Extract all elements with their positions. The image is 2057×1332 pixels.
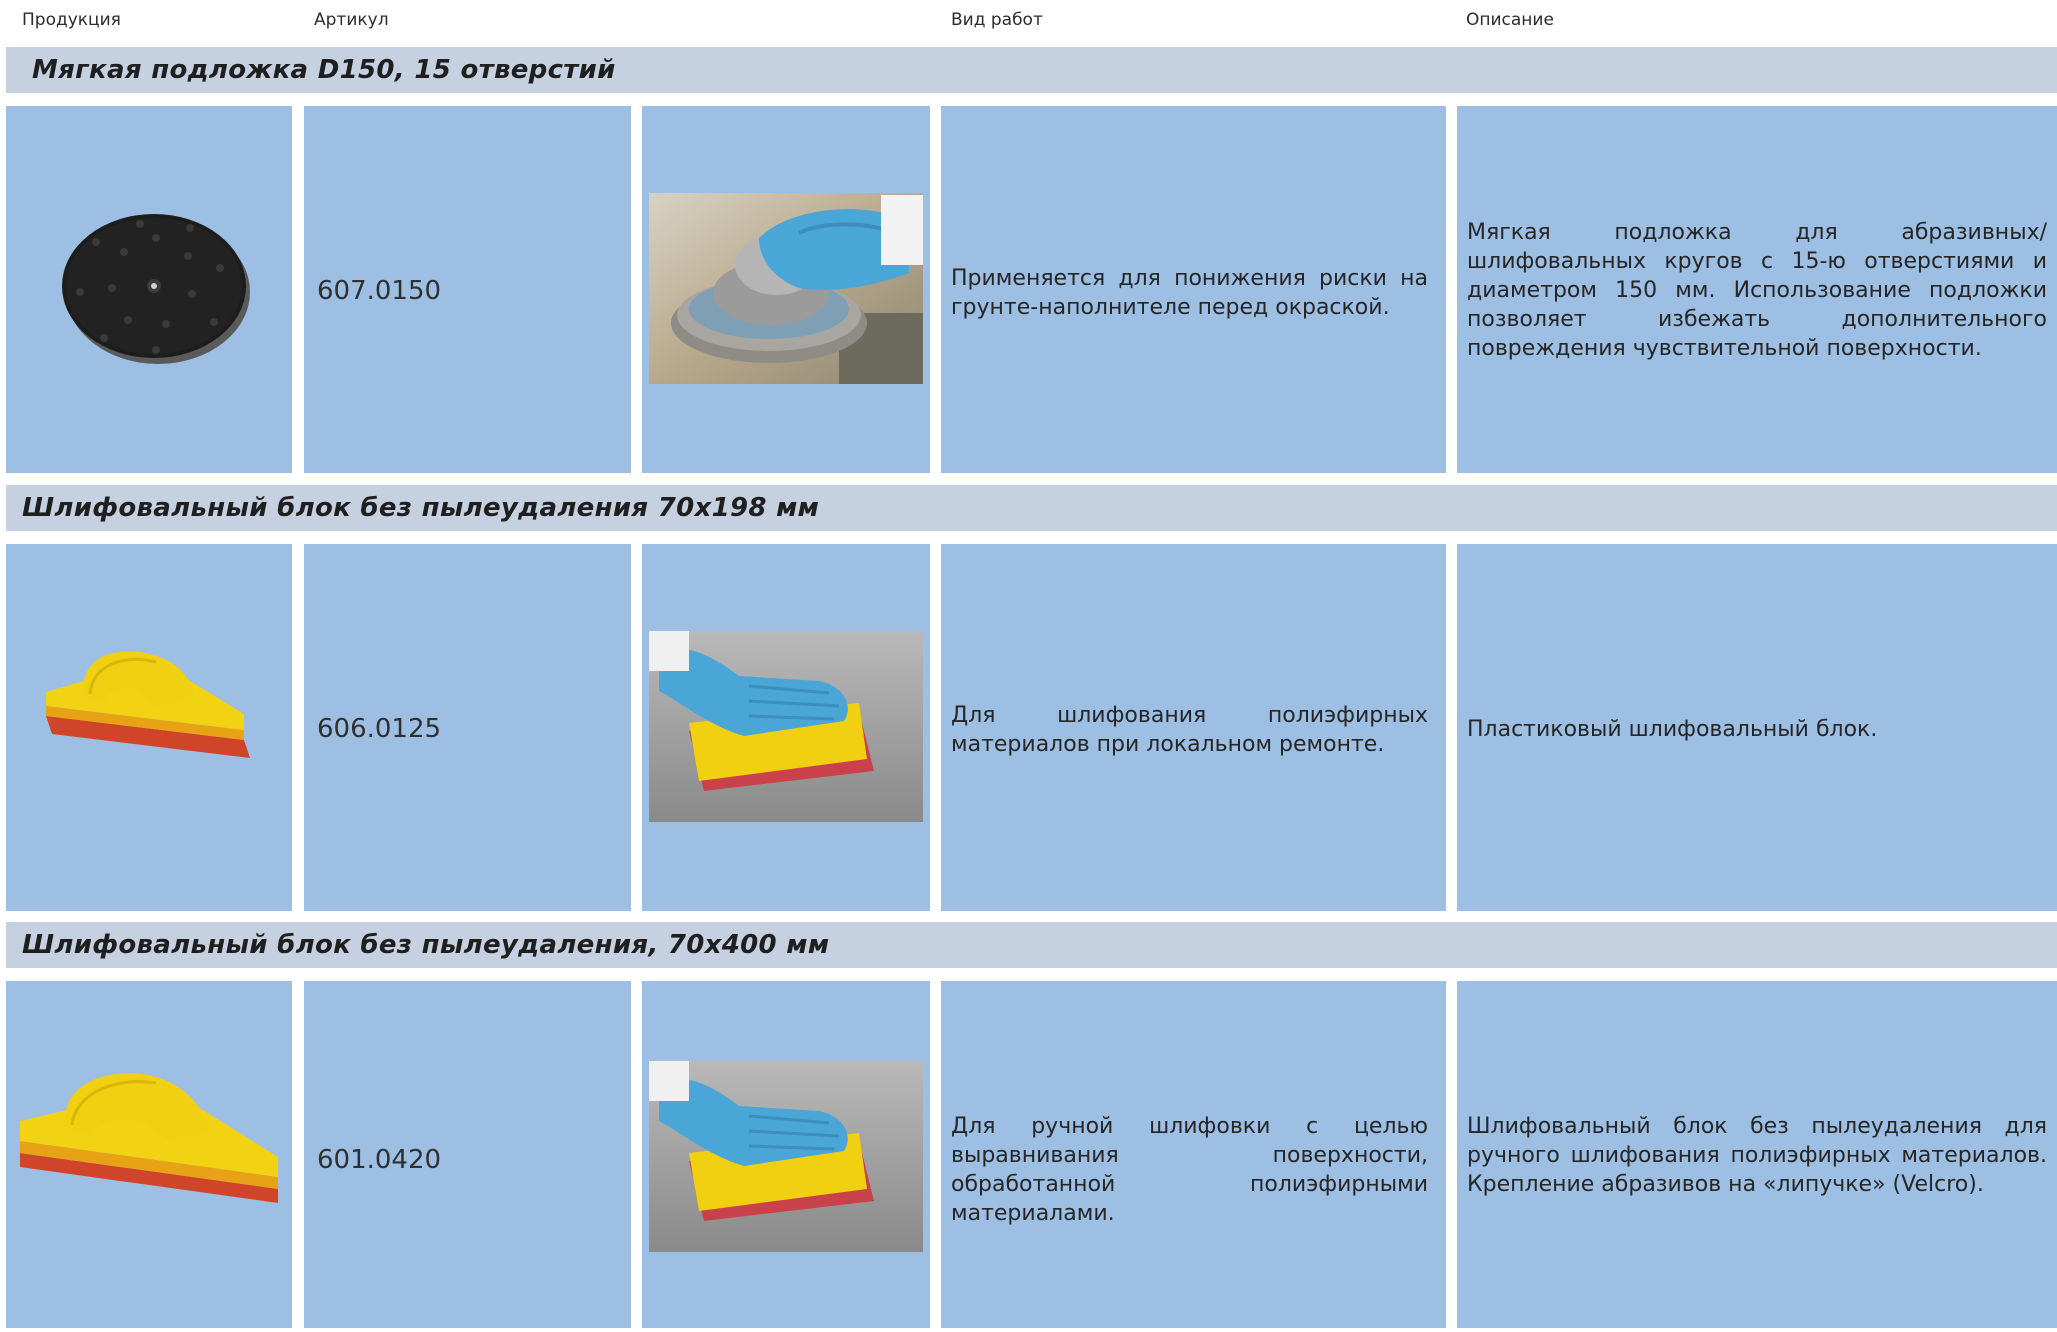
article-cell: 601.0420: [304, 981, 631, 1328]
work-type-cell: Применяется для понижения риски на грунт…: [941, 106, 1446, 473]
work-type-text: Для шлифования полиэфирных материалов пр…: [951, 703, 1428, 757]
description-text: Мягкая подложка для абразивных/шлифоваль…: [1467, 220, 2047, 361]
article-code: 601.0420: [317, 1145, 442, 1175]
section-band-block-198: Шлифовальный блок без пылеудаления 70x19…: [6, 485, 2057, 531]
product-image-cell: [6, 981, 292, 1328]
hand-sanding-photo: [649, 1061, 923, 1252]
sanding-block-product-image: [46, 651, 250, 758]
description-cell: Мягкая подложка для абразивных/шлифоваль…: [1457, 106, 2057, 473]
description-cell: Пластиковый шлифовальный блок.: [1457, 544, 2057, 911]
work-type-text: Для ручной шлифовки с целью выравнивания…: [951, 1114, 1428, 1226]
article-cell: 607.0150: [304, 106, 631, 473]
column-header-article: Артикул: [314, 10, 389, 30]
article-code: 606.0125: [317, 714, 442, 744]
soft-pad-product-image: [62, 214, 250, 364]
column-header-description: Описание: [1466, 10, 1554, 30]
section-band-soft-pad: Мягкая подложка D150, 15 отверстий: [6, 47, 2057, 93]
usage-photo: [649, 631, 923, 822]
column-header-product: Продукция: [22, 10, 121, 30]
usage-photo-cell: [642, 106, 930, 473]
orbital-sander-photo: [649, 193, 923, 384]
section-title: Шлифовальный блок без пылеудаления 70x19…: [22, 493, 820, 523]
work-type-cell: Для шлифования полиэфирных материалов пр…: [941, 544, 1446, 911]
section-band-block-400: Шлифовальный блок без пылеудаления, 70x4…: [6, 922, 2057, 968]
usage-photo-cell: [642, 981, 930, 1328]
product-image-cell: [6, 106, 292, 473]
usage-photo: [649, 1061, 923, 1252]
work-type-text: Применяется для понижения риски на грунт…: [951, 266, 1428, 320]
section-title: Мягкая подложка D150, 15 отверстий: [32, 55, 616, 85]
usage-photo-cell: [642, 544, 930, 911]
article-code: 607.0150: [317, 276, 442, 306]
article-cell: 606.0125: [304, 544, 631, 911]
hand-sanding-photo: [649, 631, 923, 822]
section-title: Шлифовальный блок без пылеудаления, 70x4…: [22, 930, 830, 960]
work-type-cell: Для ручной шлифовки с целью выравнивания…: [941, 981, 1446, 1328]
usage-photo: [649, 193, 923, 384]
column-header-work-type: Вид работ: [951, 10, 1043, 30]
description-text: Шлифовальный блок без пылеудаления для р…: [1467, 1114, 2047, 1197]
long-sanding-block-product-image: [20, 1073, 278, 1203]
description-text: Пластиковый шлифовальный блок.: [1467, 717, 1878, 742]
description-cell: Шлифовальный блок без пылеудаления для р…: [1457, 981, 2057, 1328]
product-image-cell: [6, 544, 292, 911]
